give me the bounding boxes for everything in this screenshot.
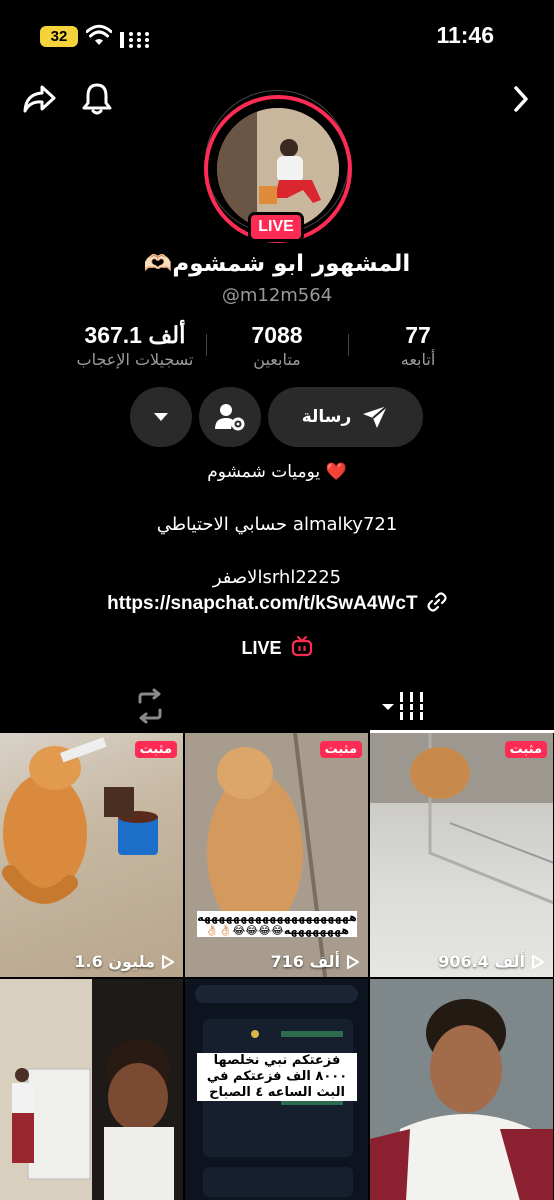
message-button[interactable]: رسالة — [268, 387, 423, 447]
share-button[interactable] — [20, 80, 58, 118]
video-thumbnail[interactable]: مثبت هههههههههههههههههههههه ههههههههه😂😂😂… — [185, 733, 368, 977]
clock: 11:46 — [436, 22, 494, 48]
view-count: 1.6 مليون — [74, 952, 175, 971]
video-thumbnail-image — [0, 979, 183, 1200]
video-thumbnail[interactable]: مثبت 906.4 ألف — [370, 733, 553, 977]
notifications-button[interactable] — [78, 80, 116, 118]
live-badge[interactable]: LIVE — [248, 212, 304, 242]
bell-icon — [82, 83, 112, 115]
link-icon — [427, 592, 447, 612]
wifi-icon — [86, 24, 112, 45]
view-count-text: 716 ألف — [270, 952, 340, 971]
cellular-signal-icon — [120, 32, 149, 48]
pinned-badge: مثبت — [319, 741, 362, 758]
stat-divider — [206, 334, 207, 356]
stat-following-label: أتابعه — [400, 350, 436, 369]
bio-line-3: الاصفرsrhl2225 — [212, 567, 342, 588]
view-count-text: 1.6 مليون — [74, 952, 155, 971]
video-thumbnail-image — [2, 737, 158, 904]
video-caption: فزعتكم نبي نخلصها ٨٠٠٠ الف فزعتكم في الب… — [197, 1053, 357, 1101]
pinned-badge: مثبت — [134, 741, 177, 758]
tab-videos[interactable] — [378, 688, 438, 724]
live-link-label: LIVE — [241, 638, 282, 658]
battery-indicator: 32 — [40, 26, 78, 47]
tab-reposts[interactable] — [130, 688, 170, 724]
play-icon — [162, 954, 174, 969]
live-tv-icon — [291, 636, 312, 657]
share-icon — [23, 85, 56, 113]
pinned-badge: مثبت — [504, 741, 547, 758]
caret-down-icon — [154, 413, 168, 421]
stat-likes-value: 367.1 ألف — [84, 322, 186, 348]
more-dropdown-button[interactable] — [130, 387, 192, 447]
play-icon — [347, 954, 359, 969]
video-thumbnail[interactable]: مثبت 1.6 مليون — [0, 733, 183, 977]
stat-divider — [348, 334, 349, 356]
video-grid: مثبت 1.6 مليون مثبت هههههههههههههههههههه… — [0, 733, 554, 1200]
video-thumbnail-image — [185, 733, 368, 977]
profile-handle: @m12m564 — [221, 285, 333, 306]
video-thumbnail-image — [370, 733, 553, 905]
message-button-label: رسالة — [301, 407, 352, 427]
play-icon — [532, 954, 544, 969]
video-thumbnail[interactable]: فزعتكم نبي نخلصها ٨٠٠٠ الف فزعتكم في الب… — [185, 979, 368, 1200]
status-bar: 32 11:46 — [0, 0, 554, 70]
bio-line-2: حسابي الاحتياطي almalky721 — [156, 514, 398, 535]
view-count: 716 ألف — [270, 952, 360, 971]
user-settings-icon — [215, 404, 245, 431]
content-tabs — [0, 680, 554, 734]
stat-likes[interactable]: 367.1 ألف تسجيلات الإعجاب — [70, 322, 200, 369]
stat-followers-label: متابعين — [253, 350, 301, 369]
follow-settings-button[interactable] — [199, 387, 261, 447]
profile-actions: رسالة — [0, 387, 554, 447]
stat-following-value: 77 — [405, 322, 431, 348]
chevron-right-icon — [514, 86, 528, 112]
send-icon — [363, 405, 388, 428]
video-thumbnail[interactable] — [370, 979, 553, 1200]
video-thumbnail-image — [370, 979, 553, 1200]
repost-icon — [138, 688, 162, 724]
profile-name: المشهور ابو شمشوم🫶🏻 — [143, 251, 411, 277]
video-thumbnail[interactable] — [0, 979, 183, 1200]
grid-icon — [382, 692, 423, 720]
stat-following[interactable]: 77 أتابعه — [370, 322, 466, 369]
view-count: 906.4 ألف — [438, 952, 545, 971]
bio-link[interactable]: https://snapchat.com/t/kSwA4WcT — [0, 592, 554, 615]
live-link[interactable]: LIVE — [0, 635, 554, 659]
profile-stats: 367.1 ألف تسجيلات الإعجاب 7088 متابعين 7… — [0, 322, 554, 372]
view-count-text: 906.4 ألف — [438, 952, 525, 971]
bio-line-1: يوميات شمشوم ❤️ — [207, 462, 347, 482]
video-caption: هههههههههههههههههههههه ههههههههه😂😂😂😂👌🏻👌🏻 — [197, 911, 357, 937]
stat-followers-value: 7088 — [251, 322, 303, 348]
forward-button[interactable] — [506, 82, 536, 116]
bio-link-text[interactable]: https://snapchat.com/t/kSwA4WcT — [107, 593, 417, 614]
stat-likes-label: تسجيلات الإعجاب — [76, 350, 194, 369]
stat-followers[interactable]: 7088 متابعين — [220, 322, 334, 369]
